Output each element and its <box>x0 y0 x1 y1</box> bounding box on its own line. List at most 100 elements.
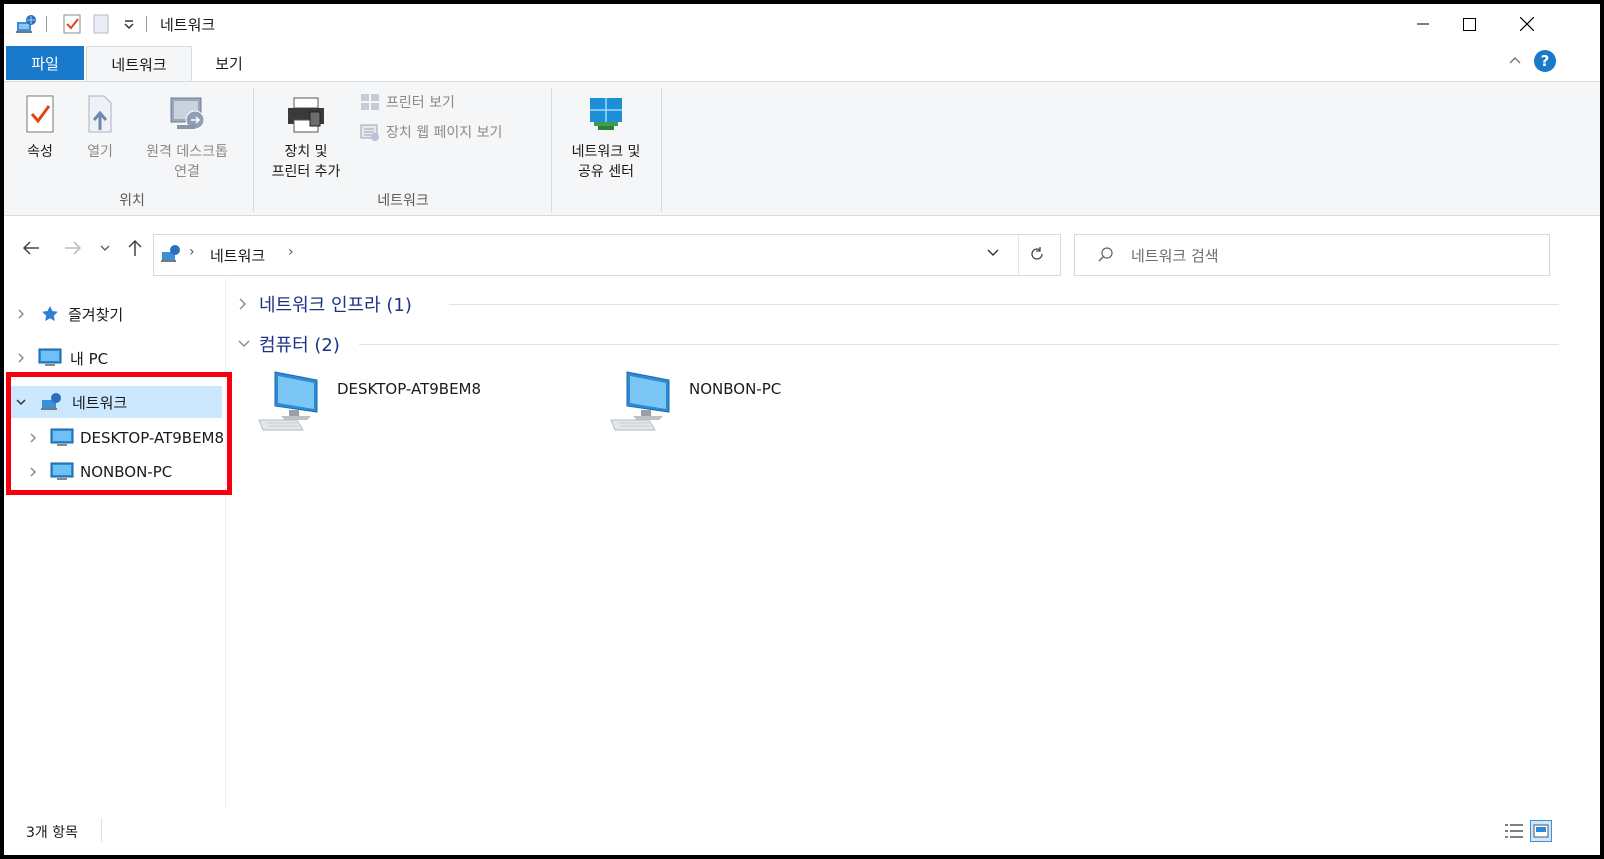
ribbon-separator-2 <box>551 88 552 212</box>
recent-locations-chevron-icon[interactable] <box>96 235 114 261</box>
network-center-label-line2: 공유 센터 <box>578 164 634 180</box>
computer-large-icon <box>258 371 318 431</box>
view-device-web-label: 장치 웹 페이지 보기 <box>386 125 503 141</box>
expand-chevron-icon[interactable] <box>26 431 40 445</box>
network-location-icon <box>160 244 182 268</box>
group-header-computers[interactable]: 컴퓨터 (2) <box>237 330 340 358</box>
address-dropdown-chevron-icon[interactable] <box>986 247 1000 263</box>
add-device-label-line2: 프린터 추가 <box>271 164 341 180</box>
open-button[interactable]: 열기 <box>78 92 122 162</box>
computer-large-icon <box>610 371 670 431</box>
status-bar: 3개 항목 <box>4 808 1600 855</box>
remote-desktop-label-line1: 원격 데스크톱 <box>146 144 228 160</box>
tab-view[interactable]: 보기 <box>194 46 264 80</box>
refresh-icon[interactable] <box>1028 245 1046 267</box>
tree-item-this-pc[interactable]: 내 PC <box>4 342 226 374</box>
view-printers-icon <box>361 94 379 110</box>
open-icon <box>88 95 112 133</box>
computer-icon <box>50 428 74 448</box>
printer-icon <box>288 97 324 133</box>
network-icon <box>40 392 64 412</box>
remote-desktop-icon <box>170 97 205 130</box>
tree-label-network: 네트워크 <box>72 393 128 412</box>
star-icon <box>40 304 60 324</box>
address-bar[interactable]: › 네트워크 › <box>153 234 1061 276</box>
computer-tile-desktop[interactable]: DESKTOP-AT9BEM8 <box>257 370 577 440</box>
status-divider <box>101 818 102 842</box>
network-center-icon <box>590 98 622 130</box>
collapse-chevron-icon[interactable] <box>14 395 28 409</box>
close-button[interactable] <box>1504 4 1550 44</box>
tree-label-favorites: 즐겨찾기 <box>68 305 124 324</box>
tree-item-desktop[interactable]: DESKTOP-AT9BEM8 <box>4 422 226 454</box>
up-arrow-icon[interactable] <box>122 235 148 261</box>
help-icon[interactable]: ? <box>1534 50 1556 72</box>
navigation-bar: › 네트워크 › 네트워크 검색 <box>4 217 1600 277</box>
open-label: 열기 <box>87 144 113 160</box>
tree-label-this-pc: 내 PC <box>70 349 109 368</box>
computer-name-desktop: DESKTOP-AT9BEM8 <box>337 380 482 398</box>
ribbon-separator-3 <box>661 88 662 212</box>
ribbon: 속성 열기 원격 데스크톱 연결 위치 장치 및 프린터 추가 프린터 보기 장… <box>4 81 1600 216</box>
address-divider <box>1018 235 1019 275</box>
tab-file[interactable]: 파일 <box>6 46 84 80</box>
tree-item-network[interactable]: 네트워크 <box>10 386 222 418</box>
search-placeholder: 네트워크 검색 <box>1131 247 1219 265</box>
group-label-network: 네트워크 <box>377 193 429 209</box>
details-view-icon[interactable] <box>1504 822 1524 844</box>
tree-label-nonbon: NONBON-PC <box>80 463 173 481</box>
breadcrumb-network[interactable]: 네트워크 <box>210 245 265 266</box>
view-device-web-button[interactable]: 장치 웹 페이지 보기 <box>360 122 502 142</box>
expand-chevron-icon[interactable] <box>26 465 40 479</box>
properties-quick-icon[interactable] <box>62 12 82 36</box>
tree-item-favorites[interactable]: 즐겨찾기 <box>4 298 226 330</box>
content-pane: 네트워크 인프라 (1) 컴퓨터 (2) DESKTOP-AT9BEM8 NON… <box>227 278 1600 808</box>
group-label-infrastructure: 네트워크 인프라 (1) <box>259 295 412 316</box>
forward-arrow-icon[interactable] <box>60 235 86 261</box>
computer-tile-nonbon[interactable]: NONBON-PC <box>609 370 929 440</box>
explorer-window: 네트워크 파일 네트워크 보기 ? 속성 열기 원격 데스크톱 연결 위치 장치… <box>4 4 1600 855</box>
maximize-button[interactable] <box>1446 4 1492 44</box>
ribbon-separator <box>253 88 254 212</box>
group-header-infrastructure[interactable]: 네트워크 인프라 (1) <box>237 290 412 318</box>
properties-button[interactable]: 속성 <box>18 92 62 162</box>
network-app-icon <box>14 12 38 36</box>
minimize-button[interactable] <box>1400 4 1446 44</box>
add-device-button[interactable]: 장치 및 프린터 추가 <box>260 92 352 182</box>
large-icons-view-icon[interactable] <box>1530 820 1552 842</box>
group-label-location: 위치 <box>119 193 145 209</box>
tree-item-nonbon[interactable]: NONBON-PC <box>4 456 226 488</box>
view-printers-button[interactable]: 프린터 보기 <box>360 92 455 112</box>
add-device-label-line1: 장치 및 <box>284 144 328 160</box>
network-center-label-line1: 네트워크 및 <box>571 144 641 160</box>
group-divider-2 <box>359 344 1559 345</box>
network-sharing-center-button[interactable]: 네트워크 및 공유 센터 <box>556 92 656 182</box>
group-label-computers: 컴퓨터 (2) <box>259 335 340 356</box>
new-folder-quick-icon[interactable] <box>92 12 110 36</box>
search-box[interactable]: 네트워크 검색 <box>1074 234 1550 276</box>
title-bar: 네트워크 <box>4 4 1600 44</box>
navigation-pane: 즐겨찾기 내 PC 네트워크 DESKTOP-AT9BEM8 NONBON-PC <box>4 278 226 808</box>
expand-group-chevron-icon[interactable] <box>237 296 249 312</box>
device-web-icon <box>360 124 379 141</box>
customize-qa-chevron-icon[interactable] <box>122 12 136 36</box>
view-printers-label: 프린터 보기 <box>386 95 455 111</box>
collapse-ribbon-chevron-icon[interactable] <box>1508 54 1522 72</box>
properties-label: 속성 <box>27 144 53 160</box>
properties-icon <box>26 95 54 133</box>
qa-separator <box>46 16 47 32</box>
tab-network[interactable]: 네트워크 <box>86 46 192 82</box>
window-title: 네트워크 <box>160 16 216 34</box>
qa-separator-2 <box>146 16 147 32</box>
breadcrumb-separator-2[interactable]: › <box>288 244 294 260</box>
back-arrow-icon[interactable] <box>18 235 44 261</box>
expand-chevron-icon[interactable] <box>14 351 28 365</box>
collapse-group-chevron-icon[interactable] <box>237 338 251 350</box>
monitor-icon <box>38 348 62 368</box>
expand-chevron-icon[interactable] <box>14 307 28 321</box>
remote-desktop-button[interactable]: 원격 데스크톱 연결 <box>132 92 242 182</box>
item-count: 3개 항목 <box>26 825 78 841</box>
ribbon-tabs: 파일 네트워크 보기 ? <box>4 46 1600 82</box>
computer-icon <box>50 462 74 482</box>
remote-desktop-label-line2: 연결 <box>174 164 200 180</box>
